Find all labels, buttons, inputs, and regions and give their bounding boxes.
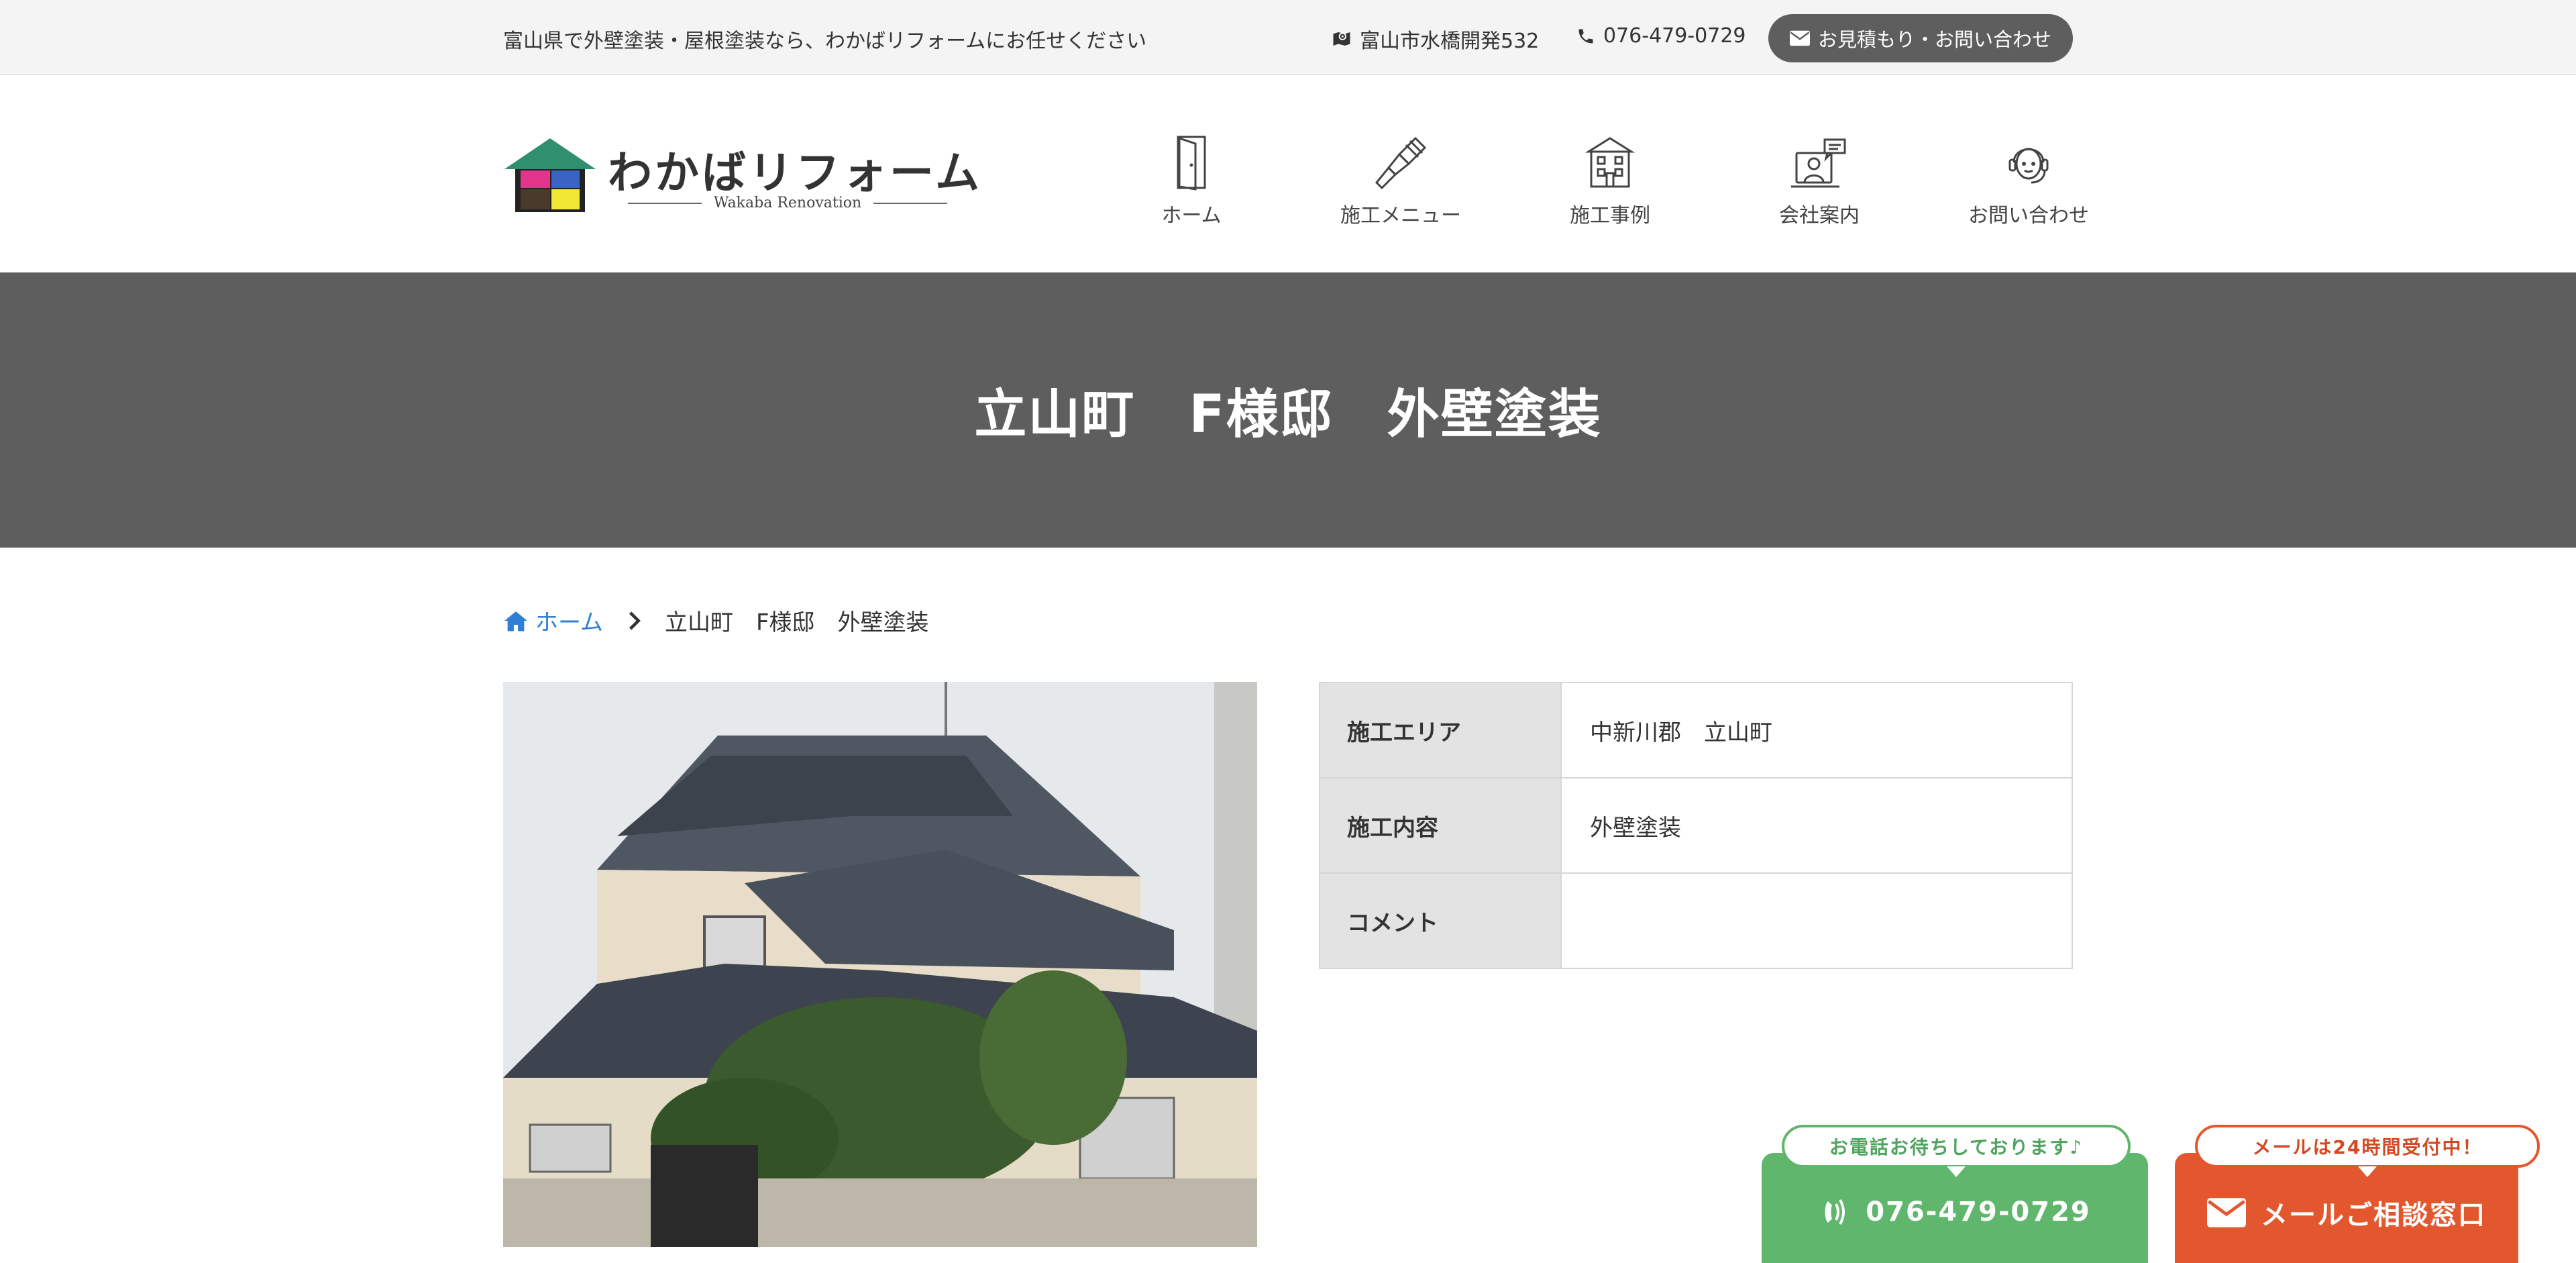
phone-ringing-icon [1825, 1199, 1845, 1225]
nav-item-menu[interactable]: 施工メニュー [1296, 133, 1505, 228]
headset-icon [2008, 148, 2049, 184]
project-photo [503, 682, 1257, 1247]
info-key: コメント [1319, 872, 1562, 969]
tel-cta-bubble: お電話お待ちしております♪ [1782, 1125, 2131, 1177]
door-icon [1177, 136, 1206, 191]
estimate-contact-label: お見積もり・お問い合わせ [1817, 28, 2051, 51]
site-logo[interactable]: わかばリフォーム Wakaba Renovation [503, 137, 979, 224]
top-bar: 富山県で外壁塗装・屋根塗装なら、わかばリフォームにお任せください 富山市水橋開発… [0, 0, 2576, 75]
house-photo [503, 682, 1257, 1247]
phone-number: 076-479-0729 [1603, 24, 1746, 48]
page-title: 立山町 F様邸 外壁塗装 [974, 385, 1602, 445]
project-info-table: 施工エリア 中新川郡 立山町 施工内容 外壁塗装 コメント [1319, 682, 2073, 969]
tel-cta-button[interactable]: お電話お待ちしております♪ 076-479-0729 [1762, 1125, 2148, 1263]
nav-label: 施工事例 [1570, 204, 1650, 228]
estimate-contact-button[interactable]: お見積もり・お問い合わせ [1768, 14, 2073, 62]
nav-label: ホーム [1161, 204, 1222, 228]
nav-item-works[interactable]: 施工事例 [1505, 133, 1715, 228]
nav-label: 施工メニュー [1340, 204, 1461, 228]
nav-label: 会社案内 [1779, 204, 1860, 228]
mail-cta-bubble: メールは24時間受付中！ [2195, 1125, 2540, 1177]
envelope-icon [1789, 30, 1810, 46]
info-key: 施工エリア [1319, 682, 1562, 778]
info-value: 外壁塗装 [1560, 777, 2073, 874]
breadcrumb-home-label: ホーム [535, 609, 603, 636]
breadcrumb-current: 立山町 F様邸 外壁塗装 [664, 609, 929, 636]
house-icon [1585, 137, 1635, 188]
breadcrumb: ホーム 立山町 F様邸 外壁塗装 [503, 604, 929, 637]
mail-cta-button[interactable]: メールは24時間受付中！ メールご相談窓口 [2175, 1125, 2540, 1263]
breadcrumb-home[interactable]: ホーム [503, 604, 603, 637]
mail-cta-main: メールご相談窓口 [2175, 1193, 2518, 1232]
address: 富山市水橋開発532 [1332, 24, 1539, 54]
page-hero: 立山町 F様邸 外壁塗装 [0, 272, 2576, 548]
divider [628, 202, 702, 204]
tel-cta-main: 076-479-0729 [1762, 1193, 2148, 1231]
mail-cta-label: メールご相談窓口 [2261, 1200, 2486, 1231]
site-header: わかばリフォーム Wakaba Renovation ホーム 施工メニュー 施工… [0, 77, 2576, 272]
paintbrush-icon [1375, 136, 1427, 190]
address-text: 富山市水橋開発532 [1360, 30, 1540, 53]
site-tagline: 富山県で外壁塗装・屋根塗装なら、わかばリフォームにお任せください [503, 30, 1147, 53]
logo-subtitle: Wakaba Renovation [628, 195, 948, 211]
tel-cta-number: 076-479-0729 [1866, 1197, 2091, 1227]
nav-item-contact[interactable]: お問い合わせ [1924, 133, 2133, 228]
info-value: 中新川郡 立山町 [1560, 682, 2073, 778]
divider [873, 202, 948, 204]
map-icon [1333, 32, 1350, 46]
nav-item-company[interactable]: 会社案内 [1715, 133, 1924, 228]
logo-name: わかばリフォーム [608, 147, 983, 199]
nav-label: お問い合わせ [1968, 204, 2089, 228]
house-logo-icon [504, 138, 596, 212]
chevron-right-icon [629, 611, 641, 630]
nav-item-home[interactable]: ホーム [1087, 133, 1296, 228]
table-row: コメント [1319, 872, 2073, 969]
home-icon [504, 611, 527, 631]
person-chat-icon [1791, 138, 1846, 188]
table-row: 施工エリア 中新川郡 立山町 [1319, 682, 2073, 778]
info-value [1560, 872, 2073, 969]
phone[interactable]: 076-479-0729 [1576, 24, 1746, 48]
table-row: 施工内容 外壁塗装 [1319, 777, 2073, 874]
main-nav: ホーム 施工メニュー 施工事例 会社案内 お問い合わせ [1087, 133, 2133, 228]
envelope-icon [2207, 1198, 2246, 1227]
logo-subtitle-text: Wakaba Renovation [713, 195, 862, 211]
phone-icon [1578, 29, 1593, 43]
info-key: 施工内容 [1319, 777, 1562, 874]
